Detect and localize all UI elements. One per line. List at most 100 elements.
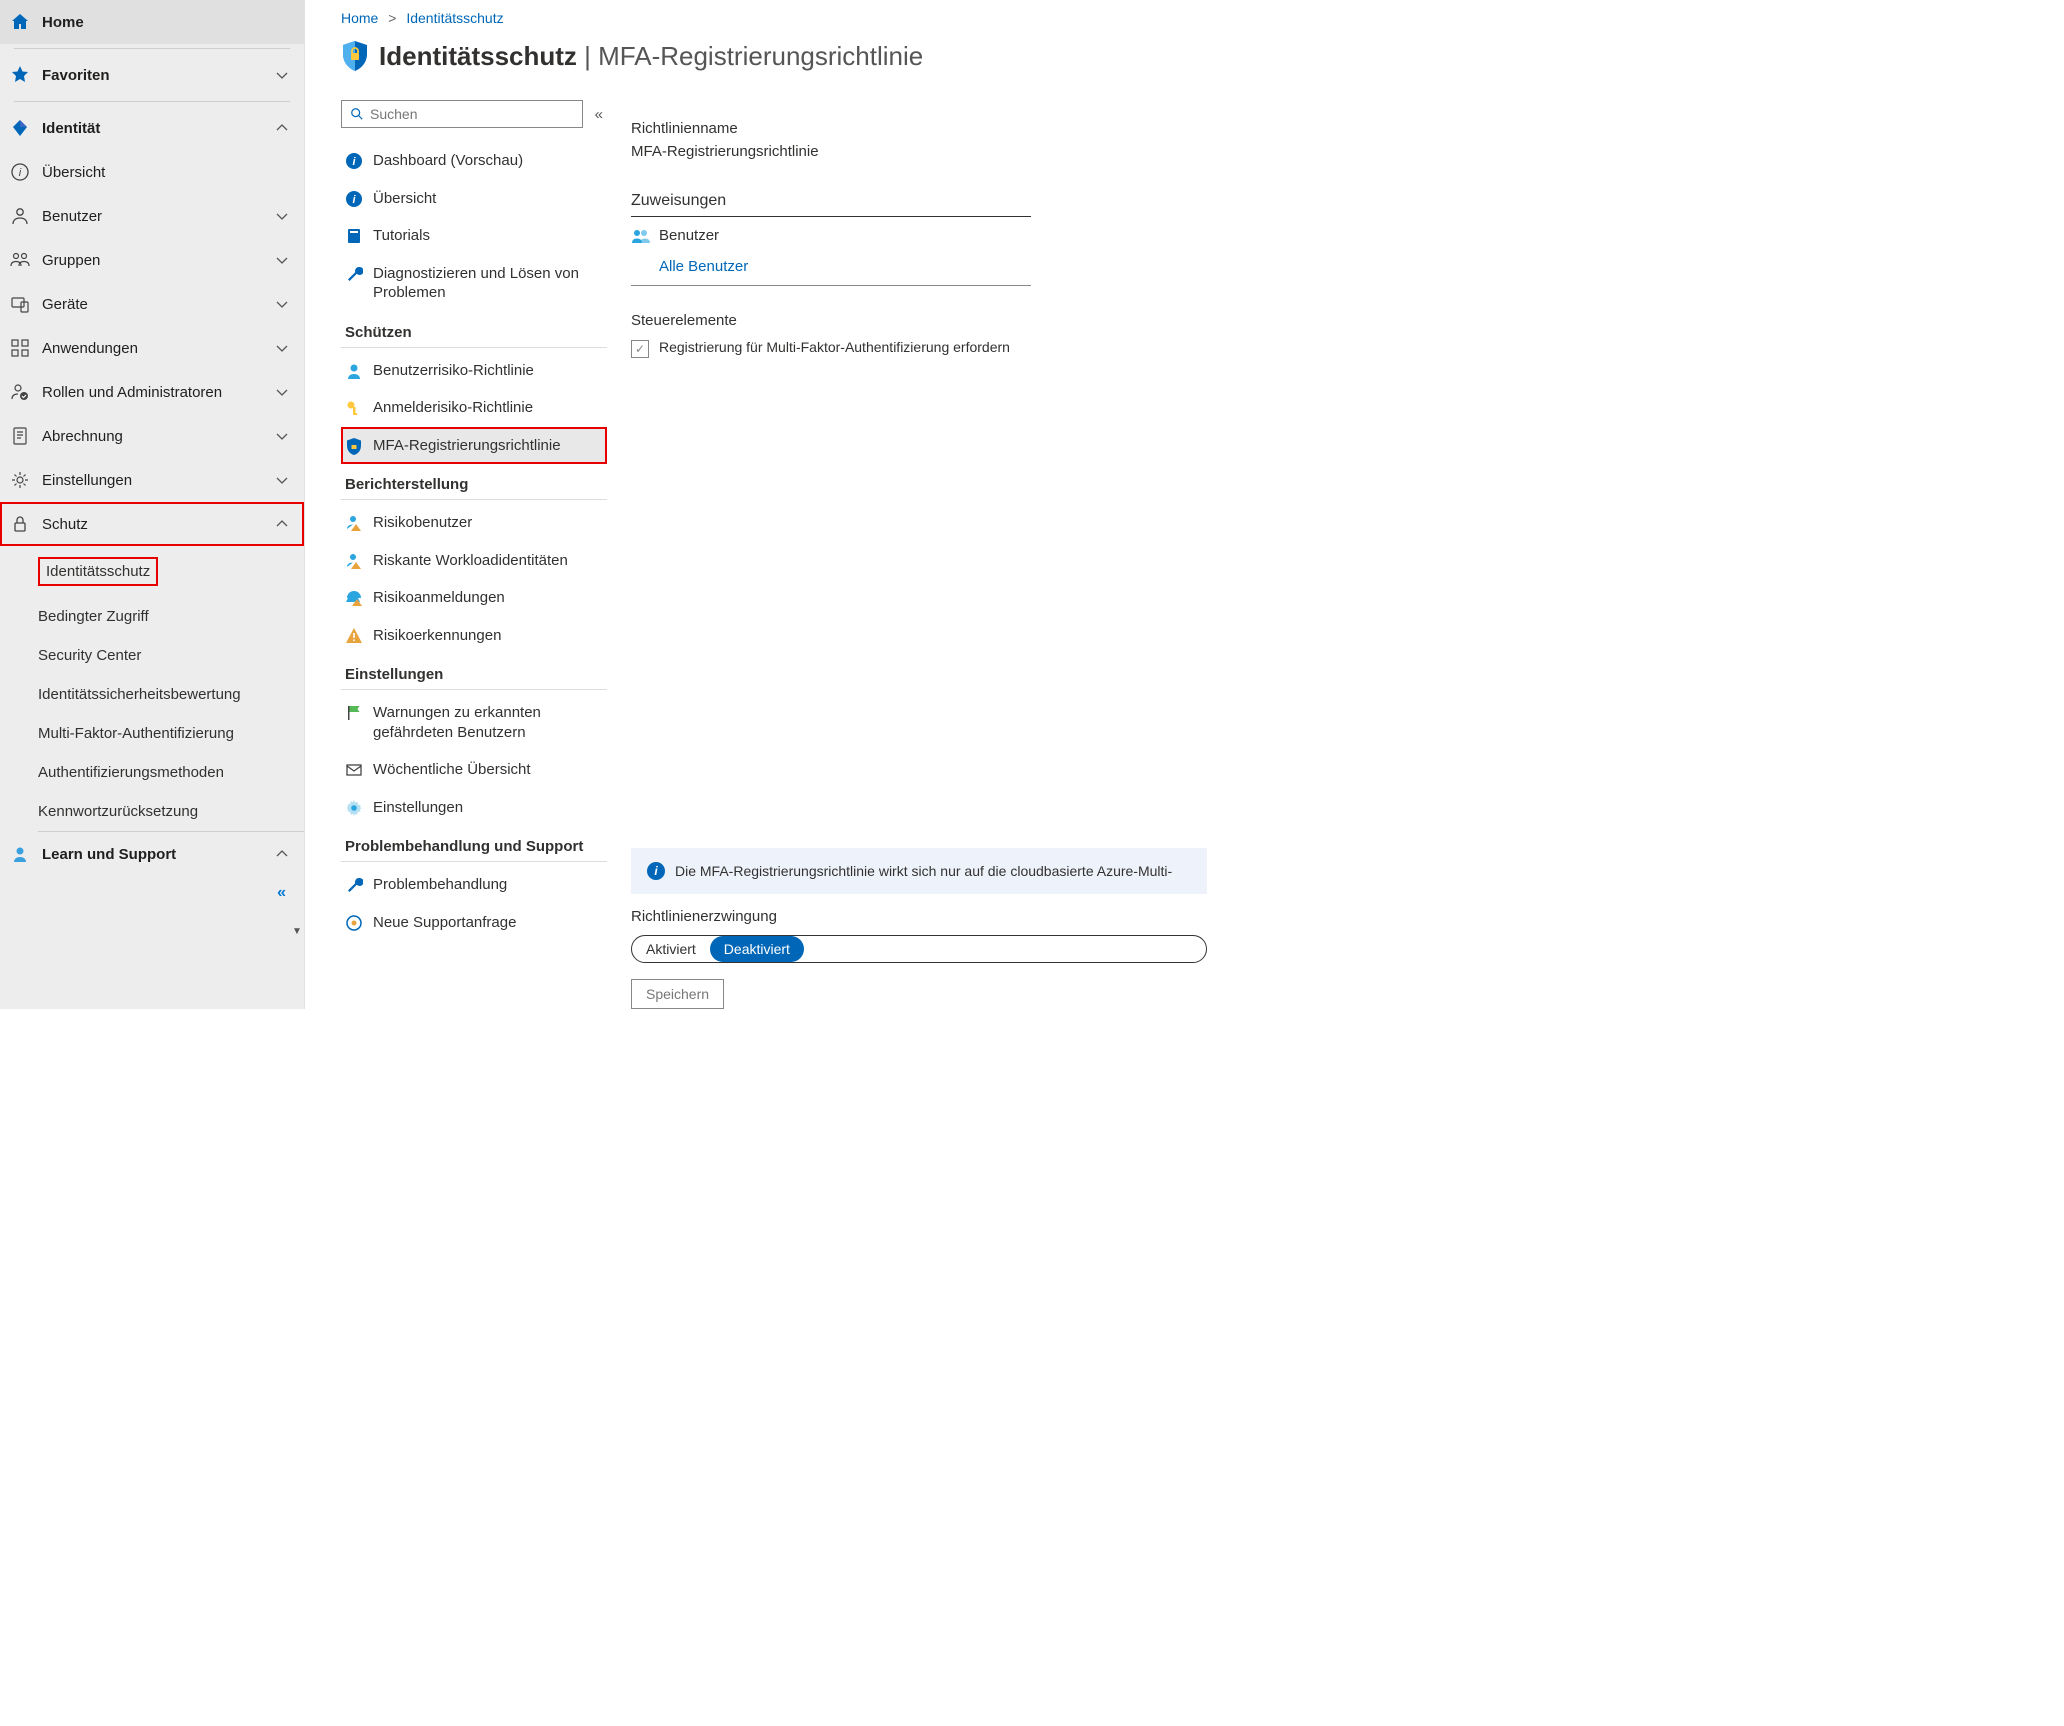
star-icon xyxy=(10,65,30,85)
breadcrumb-sep: > xyxy=(388,10,396,26)
main-content: Richtlinienname MFA-Registrierungsrichtl… xyxy=(607,0,1207,1009)
subnav-kennwort[interactable]: Kennwortzurücksetzung xyxy=(38,792,304,832)
nav-gruppen[interactable]: Gruppen xyxy=(0,238,304,282)
chevron-up-icon xyxy=(274,120,290,136)
toggle-deaktiviert[interactable]: Deaktiviert xyxy=(710,936,804,962)
info-circle-icon: i xyxy=(10,162,30,182)
scroll-down-arrow: ▼ xyxy=(290,926,304,937)
billing-icon xyxy=(10,426,30,446)
primary-sidebar: ▲ Home Favoriten Identität i xyxy=(0,0,305,1009)
subnav-security-center[interactable]: Security Center xyxy=(38,636,304,675)
nav-einstellungen[interactable]: Einstellungen xyxy=(0,458,304,502)
steuerelemente-label: Steuerelemente xyxy=(631,312,1207,329)
flag-icon xyxy=(345,704,363,722)
chevron-down-icon xyxy=(274,296,290,312)
secnav-problembehandlung[interactable]: Problembehandlung xyxy=(341,866,607,904)
secnav-risikoanmeldungen[interactable]: Risikoanmeldungen xyxy=(341,579,607,617)
book-icon xyxy=(345,227,363,245)
nav-geraete[interactable]: Geräte xyxy=(0,282,304,326)
collapse-sidebar-button[interactable]: « xyxy=(0,876,304,910)
lock-icon xyxy=(10,514,30,534)
benutzer-label: Benutzer xyxy=(659,227,719,244)
subnav-identitaetsschutz-label: Identitätsschutz xyxy=(38,557,158,586)
richtlinienname-value: MFA-Registrierungsrichtlinie xyxy=(631,143,1207,160)
nav-benutzer[interactable]: Benutzer xyxy=(0,194,304,238)
secnav-risikobenutzer[interactable]: Risikobenutzer xyxy=(341,504,607,542)
nav-home[interactable]: Home xyxy=(0,0,304,44)
diamond-icon xyxy=(10,118,30,138)
secnav-einstellungen[interactable]: Einstellungen xyxy=(341,789,607,827)
subnav-identitaetsbewertung[interactable]: Identitätssicherheitsbewertung xyxy=(38,675,304,714)
secnav-anmelderisiko[interactable]: Anmelderisiko-Richtlinie xyxy=(341,389,607,427)
info-filled-icon: i xyxy=(345,152,363,170)
page-title-sub: MFA-Registrierungsrichtlinie xyxy=(598,41,923,71)
mail-icon xyxy=(345,761,363,779)
nav-abrechnung-label: Abrechnung xyxy=(42,428,274,445)
divider xyxy=(14,48,290,49)
info-banner-text: Die MFA-Registrierungsrichtlinie wirkt s… xyxy=(675,863,1172,879)
secnav-group-einstellungen: Einstellungen xyxy=(341,654,607,690)
secnav-benutzerrisiko[interactable]: Benutzerrisiko-Richtlinie xyxy=(341,352,607,390)
richtlinienname-label: Richtlinienname xyxy=(631,120,1207,137)
nav-identitaet[interactable]: Identität xyxy=(0,106,304,150)
alle-benutzer-link[interactable]: Alle Benutzer xyxy=(631,252,1207,285)
info-icon: i xyxy=(647,862,665,880)
page-title-sep: | xyxy=(577,41,598,71)
info-filled-icon: i xyxy=(345,190,363,208)
nav-favoriten[interactable]: Favoriten xyxy=(0,53,304,97)
subnav-mfa[interactable]: Multi-Faktor-Authentifizierung xyxy=(38,714,304,753)
secnav-diagnose[interactable]: Diagnostizieren und Lösen von Problemen xyxy=(341,255,607,312)
nav-uebersicht-label: Übersicht xyxy=(42,164,290,181)
mfa-required-checkbox-row[interactable]: ✓ Registrierung für Multi-Faktor-Authent… xyxy=(631,339,1031,358)
learn-icon xyxy=(10,844,30,864)
secnav-neue-supportanfrage[interactable]: Neue Supportanfrage xyxy=(341,904,607,942)
signin-risk-icon xyxy=(345,589,363,607)
divider xyxy=(631,285,1031,286)
gear-icon xyxy=(10,470,30,490)
secnav-warnungen[interactable]: Warnungen zu erkannten gefährdeten Benut… xyxy=(341,694,607,751)
nav-anwendungen-label: Anwendungen xyxy=(42,340,274,357)
nav-anwendungen[interactable]: Anwendungen xyxy=(0,326,304,370)
subnav-bedingter-zugriff[interactable]: Bedingter Zugriff xyxy=(38,597,304,636)
nav-abrechnung[interactable]: Abrechnung xyxy=(0,414,304,458)
page-title: Identitätsschutz | MFA-Registrierungsric… xyxy=(341,40,2064,90)
secnav-dashboard[interactable]: i Dashboard (Vorschau) xyxy=(341,142,607,180)
divider xyxy=(14,101,290,102)
secnav-group-schuetzen: Schützen xyxy=(341,312,607,348)
device-icon xyxy=(10,294,30,314)
user-warn-icon xyxy=(345,552,363,570)
speichern-button[interactable]: Speichern xyxy=(631,979,724,1009)
page-title-main: Identitätsschutz xyxy=(379,41,577,71)
secnav-tutorials[interactable]: Tutorials xyxy=(341,217,607,255)
nav-uebersicht[interactable]: i Übersicht xyxy=(0,150,304,194)
nav-rollen-label: Rollen und Administratoren xyxy=(42,384,274,401)
users-icon xyxy=(631,228,651,244)
subnav-auth-methoden[interactable]: Authentifizierungsmethoden xyxy=(38,753,304,792)
chevron-down-icon xyxy=(274,340,290,356)
secnav-woechentlich[interactable]: Wöchentliche Übersicht xyxy=(341,751,607,789)
secnav-mfa-registrierung[interactable]: MFA-Registrierungsrichtlinie xyxy=(341,427,607,465)
top-strip: Home > Identitätsschutz Identitätsschutz… xyxy=(341,10,2064,90)
nav-rollen[interactable]: Rollen und Administratoren xyxy=(0,370,304,414)
people-icon xyxy=(10,250,30,270)
breadcrumb-home[interactable]: Home xyxy=(341,10,378,26)
chevron-down-icon xyxy=(274,472,290,488)
search-input[interactable]: Suchen xyxy=(341,100,583,128)
nav-learn-support[interactable]: Learn und Support xyxy=(0,832,304,876)
info-banner: i Die MFA-Registrierungsrichtlinie wirkt… xyxy=(631,848,1207,894)
zuweisungen-heading: Zuweisungen xyxy=(631,184,1031,217)
breadcrumb-identitaetsschutz[interactable]: Identitätsschutz xyxy=(406,10,503,26)
erzwingung-toggle[interactable]: Aktiviert Deaktiviert xyxy=(631,935,1207,963)
secnav-riskante-workload[interactable]: Riskante Workloadidentitäten xyxy=(341,542,607,580)
nav-benutzer-label: Benutzer xyxy=(42,208,274,225)
benutzer-row[interactable]: Benutzer xyxy=(631,227,1207,244)
user-warn-icon xyxy=(345,514,363,532)
nav-schutz-label: Schutz xyxy=(42,516,274,533)
secnav-risikoerkennungen[interactable]: Risikoerkennungen xyxy=(341,617,607,655)
nav-schutz[interactable]: Schutz xyxy=(0,502,304,546)
user-risk-icon xyxy=(345,362,363,380)
subnav-identitaetsschutz[interactable]: Identitätsschutz xyxy=(38,546,304,597)
toggle-aktiviert[interactable]: Aktiviert xyxy=(632,936,710,962)
collapse-secondary-button[interactable]: « xyxy=(595,106,603,123)
secnav-uebersicht[interactable]: i Übersicht xyxy=(341,180,607,218)
